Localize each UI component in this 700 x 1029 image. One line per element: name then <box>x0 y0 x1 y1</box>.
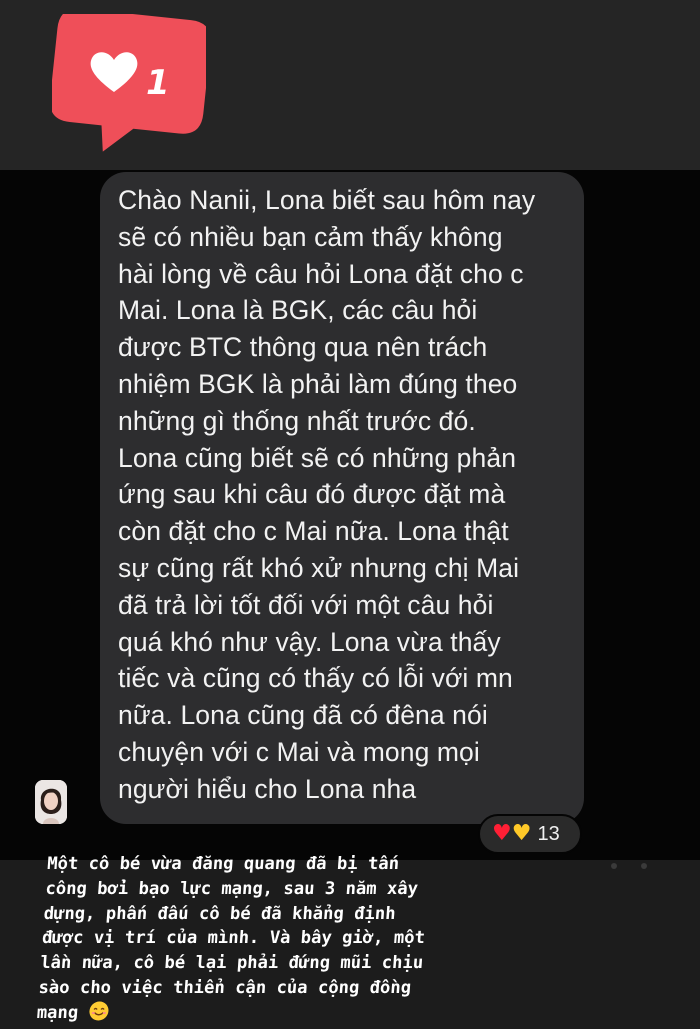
like-count-sticker[interactable]: 1 <box>52 14 206 154</box>
reaction-count: 13 <box>537 822 560 845</box>
like-sticker-shape <box>52 14 206 152</box>
red-heart-icon: ♥ <box>492 821 512 846</box>
like-count: 1 <box>146 63 170 103</box>
message-text: Chào Nanii, Lona biết sau hôm nay sẽ có … <box>118 185 536 804</box>
yellow-heart-icon: ♥ <box>511 821 532 846</box>
story-indicator-dots <box>611 863 647 869</box>
story-screen: 1 Chào Nanii, Lona biết sau hôm nay sẽ c… <box>0 0 700 1029</box>
message-bubble[interactable]: Chào Nanii, Lona biết sau hôm nay sẽ có … <box>100 172 584 824</box>
reactions-pill[interactable]: ♥ ♥ 13 <box>478 814 582 854</box>
story-caption-text: Một cô bé vừa đăng quang đã bị tấn công … <box>36 854 426 1023</box>
story-caption: Một cô bé vừa đăng quang đã bị tấn công … <box>36 852 448 1026</box>
smiling-face-icon <box>89 1001 109 1021</box>
avatar[interactable] <box>35 780 67 824</box>
